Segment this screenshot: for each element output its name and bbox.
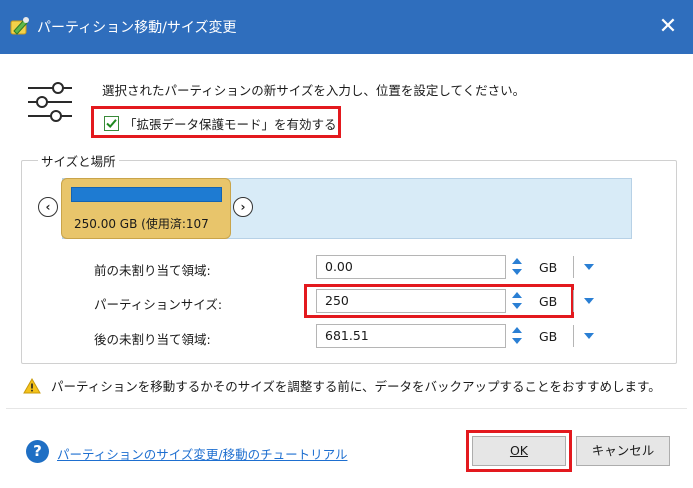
- warning-text: パーティションを移動するかそのサイズを調整する前に、データをバックアップすること…: [51, 379, 661, 394]
- checkbox-label: 「拡張データ保護モード」を有効する: [124, 116, 337, 132]
- partition-size-text: 250.00 GB (使用済:107: [74, 217, 209, 231]
- instruction-text: 選択されたパーティションの新サイズを入力し、位置を設定してください。: [102, 83, 526, 98]
- check-icon: [106, 118, 117, 128]
- ok-button[interactable]: OK: [472, 436, 566, 466]
- unallocated-after-unit: GB: [539, 329, 558, 344]
- chevron-left-icon: ‹: [45, 200, 51, 214]
- unit-separator: [573, 290, 574, 312]
- spin-up-icon[interactable]: [512, 327, 522, 333]
- tutorial-link[interactable]: パーティションのサイズ変更/移動のチュートリアル: [57, 444, 347, 463]
- partition-size-label: パーティションサイズ:: [94, 297, 223, 312]
- chevron-right-icon: ›: [240, 200, 246, 214]
- unallocated-before-unit: GB: [539, 260, 558, 275]
- dialog-content: 選択されたパーティションの新サイズを入力し、位置を設定してください。 「拡張デー…: [6, 54, 687, 482]
- partition-size-input[interactable]: 250: [316, 289, 506, 313]
- unit-dropdown-icon[interactable]: [584, 333, 594, 339]
- footer-divider: [6, 408, 687, 409]
- checkbox[interactable]: [104, 115, 119, 131]
- warning-icon: [23, 377, 41, 393]
- partition-block[interactable]: 250.00 GB (使用済:107: [61, 178, 231, 239]
- unallocated-after-spinner[interactable]: [509, 324, 525, 348]
- unit-dropdown-icon[interactable]: [584, 264, 594, 270]
- group-title: サイズと場所: [38, 151, 119, 170]
- help-icon[interactable]: ?: [26, 440, 49, 463]
- unallocated-before-input[interactable]: 0.00: [316, 255, 506, 279]
- spin-down-icon[interactable]: [512, 269, 522, 275]
- dialog-window: パーティション移動/サイズ変更 ✕ 選択されたパーティションの新サイズを入力し、…: [0, 0, 693, 488]
- close-button[interactable]: ✕: [651, 10, 685, 44]
- close-icon: ✕: [658, 14, 678, 39]
- spin-down-icon[interactable]: [512, 303, 522, 309]
- cancel-button[interactable]: キャンセル: [576, 436, 670, 466]
- unallocated-before-spinner[interactable]: [509, 255, 525, 279]
- partition-size-spinner[interactable]: [509, 289, 525, 313]
- spin-up-icon[interactable]: [512, 258, 522, 264]
- enhanced-protection-checkbox[interactable]: 「拡張データ保護モード」を有効する: [104, 112, 337, 134]
- app-icon: [10, 17, 29, 35]
- spin-down-icon[interactable]: [512, 338, 522, 344]
- partition-size-unit: GB: [539, 294, 558, 309]
- title-bar: パーティション移動/サイズ変更 ✕: [0, 0, 693, 54]
- move-left-button[interactable]: ‹: [38, 197, 58, 217]
- unallocated-before-label: 前の未割り当て領域:: [94, 263, 211, 278]
- unit-dropdown-icon[interactable]: [584, 298, 594, 304]
- partition-usage-bar: [71, 187, 222, 202]
- backup-warning: パーティションを移動するかそのサイズを調整する前に、データをバックアップすること…: [23, 376, 661, 395]
- unit-separator: [573, 256, 574, 278]
- unit-separator: [573, 325, 574, 347]
- spin-up-icon[interactable]: [512, 292, 522, 298]
- move-right-button[interactable]: ›: [233, 197, 253, 217]
- window-title: パーティション移動/サイズ変更: [37, 20, 237, 36]
- unallocated-after-label: 後の未割り当て領域:: [94, 332, 211, 347]
- sliders-icon: [28, 82, 72, 122]
- unallocated-after-input[interactable]: 681.51: [316, 324, 506, 348]
